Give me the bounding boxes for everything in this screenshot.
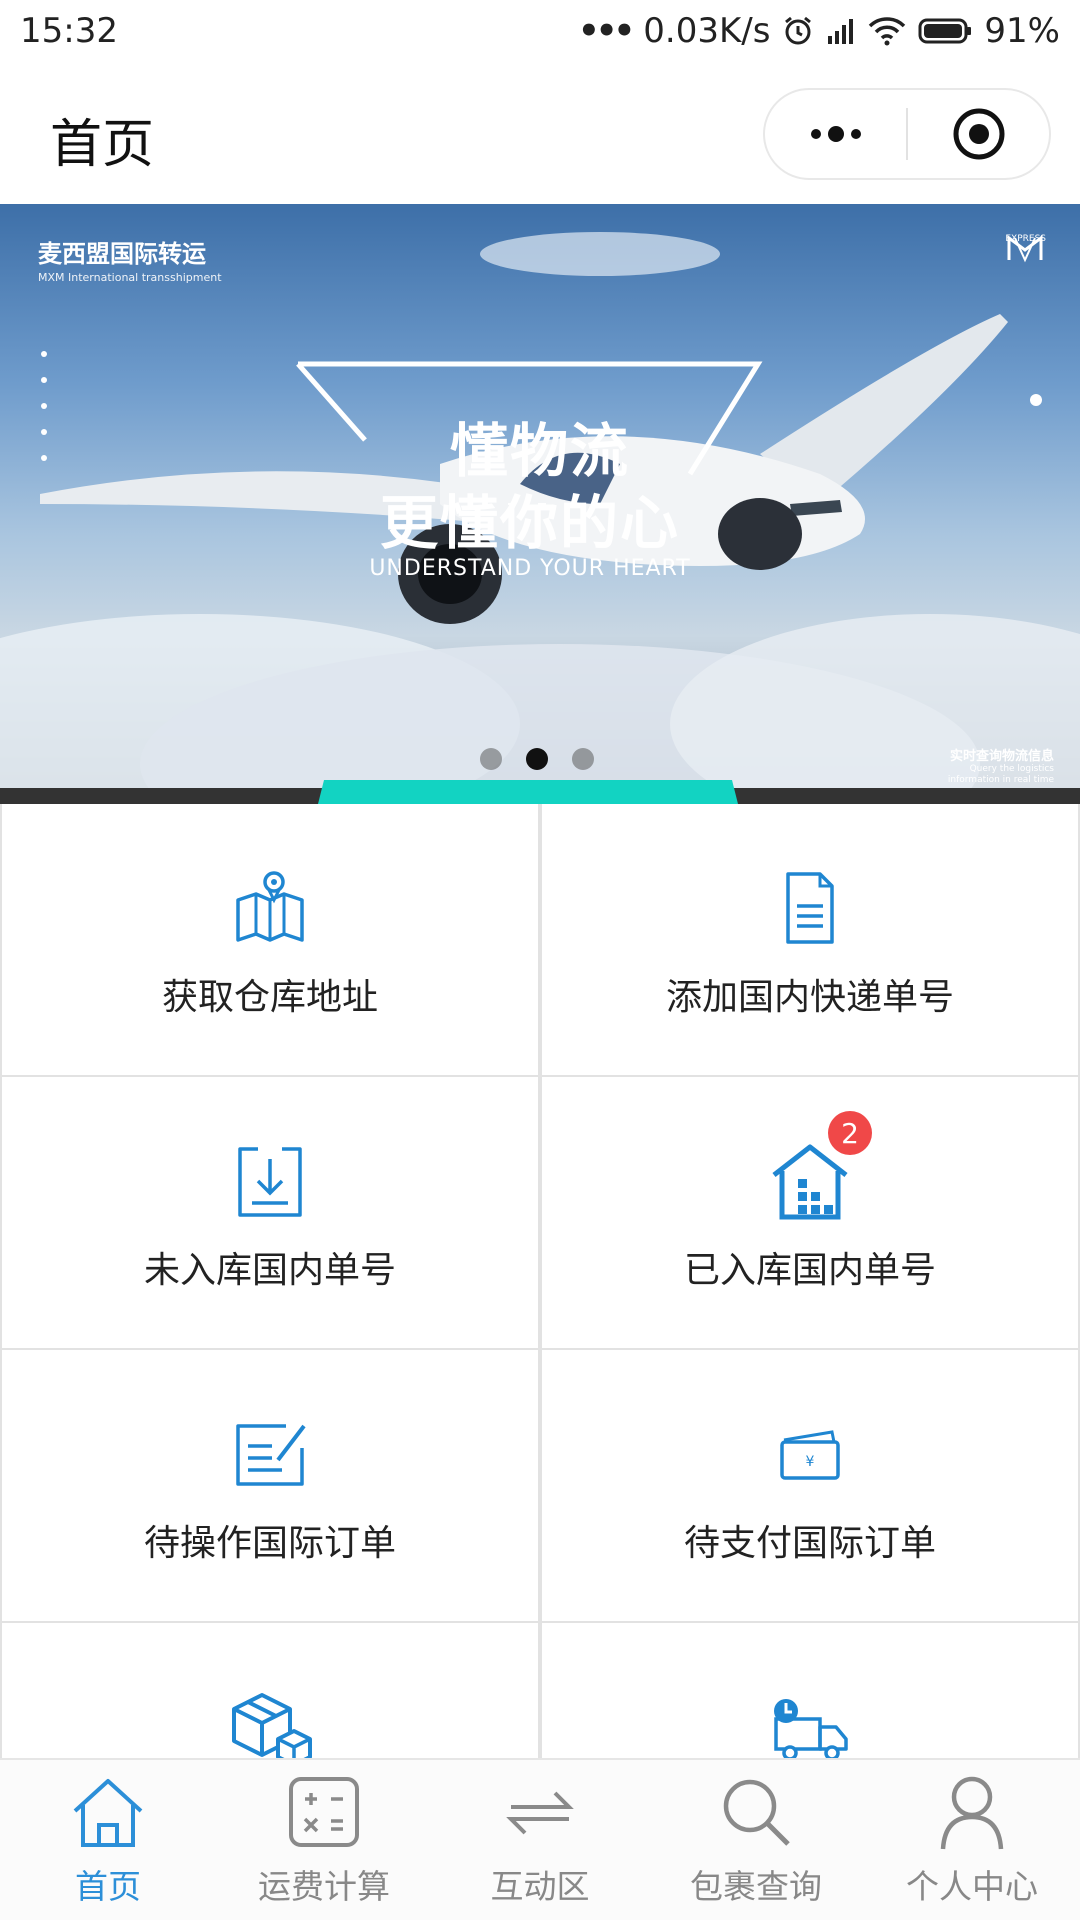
promo-banner[interactable]: 麦西盟国际转运 MXM International transshipment … bbox=[0, 204, 1080, 804]
target-circle-icon bbox=[953, 108, 1004, 160]
mxm-logo: EXPRESS bbox=[1005, 234, 1046, 263]
close-program-button[interactable] bbox=[908, 107, 1049, 161]
warehouse-icon: 2 bbox=[768, 1111, 872, 1223]
brand-name-cn: 麦西盟国际转运 bbox=[38, 240, 206, 268]
carousel-dot-3[interactable] bbox=[572, 748, 594, 770]
status-icons: ••• 0.03K/s 91% bbox=[578, 11, 1060, 51]
more-dots-indicator: ••• bbox=[578, 11, 635, 51]
tab-label: 运费计算 bbox=[258, 1867, 390, 1906]
boxes-icon bbox=[228, 1685, 312, 1758]
battery-percent: 91% bbox=[984, 11, 1060, 51]
grid-item-label: 添加国内快递单号 bbox=[665, 977, 954, 1018]
grid-item-pending-intl[interactable]: 待操作国际订单 bbox=[0, 1350, 540, 1623]
grid-item-label: 待支付国际订单 bbox=[683, 1523, 936, 1564]
exchange-icon bbox=[500, 1772, 580, 1852]
nav-header: 首页 bbox=[0, 62, 1080, 204]
status-time: 15:32 bbox=[20, 11, 118, 51]
tracking-caption-en2: information in real time bbox=[947, 775, 1054, 785]
grid-item-unpaid-intl[interactable]: ¥ 待支付国际订单 bbox=[540, 1350, 1080, 1623]
cell-signal-icon bbox=[826, 16, 856, 46]
document-icon bbox=[768, 866, 852, 950]
map-pin-icon bbox=[228, 866, 312, 950]
edit-list-icon bbox=[228, 1412, 312, 1496]
search-icon bbox=[716, 1772, 796, 1852]
carousel-dot-1[interactable] bbox=[480, 748, 502, 770]
count-badge: 2 bbox=[828, 1111, 872, 1155]
tracking-caption: 实时查询物流信息 Query the logistics information… bbox=[948, 745, 1054, 786]
slogan-english: UNDERSTAND YOUR HEART bbox=[369, 556, 691, 581]
grid-item-stocked[interactable]: 2 已入库国内单号 bbox=[540, 1077, 1080, 1350]
mxm-logo-icon bbox=[1007, 235, 1043, 263]
download-tray-icon bbox=[228, 1139, 312, 1223]
svg-text:¥: ¥ bbox=[806, 1454, 815, 1470]
tab-label: 包裹查询 bbox=[690, 1867, 822, 1906]
alarm-clock-icon bbox=[782, 15, 814, 47]
battery-icon bbox=[918, 17, 972, 45]
grid-item-packages[interactable] bbox=[0, 1623, 540, 1758]
slogan-line2: 更懂你的心 bbox=[379, 489, 680, 557]
payment-card-icon: ¥ bbox=[768, 1412, 852, 1496]
tab-profile[interactable]: 个人中心 bbox=[864, 1760, 1080, 1920]
wifi-icon bbox=[868, 16, 906, 46]
tab-interaction[interactable]: 互动区 bbox=[432, 1760, 648, 1920]
tab-label: 互动区 bbox=[490, 1867, 590, 1906]
tab-label: 个人中心 bbox=[906, 1867, 1038, 1906]
grid-item-label: 获取仓库地址 bbox=[161, 977, 378, 1018]
more-menu-button[interactable] bbox=[765, 124, 906, 144]
brand-name-en: MXM International transshipment bbox=[38, 271, 222, 284]
grid-item-add-tracking[interactable]: 添加国内快递单号 bbox=[540, 804, 1080, 1077]
grid-item-label: 未入库国内单号 bbox=[143, 1250, 396, 1291]
mini-program-capsule bbox=[763, 88, 1051, 180]
network-speed: 0.03K/s bbox=[643, 11, 771, 51]
feature-grid: 获取仓库地址 添加国内快递单号 未入库国内单号 2 已入库国内单号 待操作国际订… bbox=[0, 804, 1080, 1758]
brand-logo-text: 麦西盟国际转运 MXM International transshipment bbox=[38, 234, 222, 284]
tab-shipping-calc[interactable]: 运费计算 bbox=[216, 1760, 432, 1920]
calculator-icon bbox=[284, 1772, 364, 1852]
more-dots-icon bbox=[810, 126, 861, 142]
bottom-tab-bar: 首页 运费计算 互动区 包裹查询 个人中心 bbox=[0, 1758, 1080, 1920]
tracking-caption-en1: Query the logistics bbox=[969, 764, 1054, 774]
tracking-caption-cn: 实时查询物流信息 bbox=[949, 749, 1054, 764]
user-icon bbox=[932, 1772, 1012, 1852]
carousel-dot-2[interactable] bbox=[526, 748, 548, 770]
home-icon bbox=[68, 1772, 148, 1852]
page-title: 首页 bbox=[50, 115, 155, 175]
grid-item-warehouse-address[interactable]: 获取仓库地址 bbox=[0, 804, 540, 1077]
grid-item-delivery[interactable] bbox=[540, 1623, 1080, 1758]
grid-item-label: 待操作国际订单 bbox=[143, 1523, 396, 1564]
grid-item-not-stocked[interactable]: 未入库国内单号 bbox=[0, 1077, 540, 1350]
tab-package-query[interactable]: 包裹查询 bbox=[648, 1760, 864, 1920]
carousel-indicator bbox=[480, 748, 594, 770]
banner-accent-tab bbox=[318, 780, 738, 804]
delivery-truck-icon bbox=[768, 1685, 852, 1758]
status-bar: 15:32 ••• 0.03K/s 91% bbox=[0, 0, 1080, 62]
grid-item-label: 已入库国内单号 bbox=[683, 1250, 936, 1291]
tab-label: 首页 bbox=[75, 1867, 141, 1906]
tab-home[interactable]: 首页 bbox=[0, 1760, 216, 1920]
